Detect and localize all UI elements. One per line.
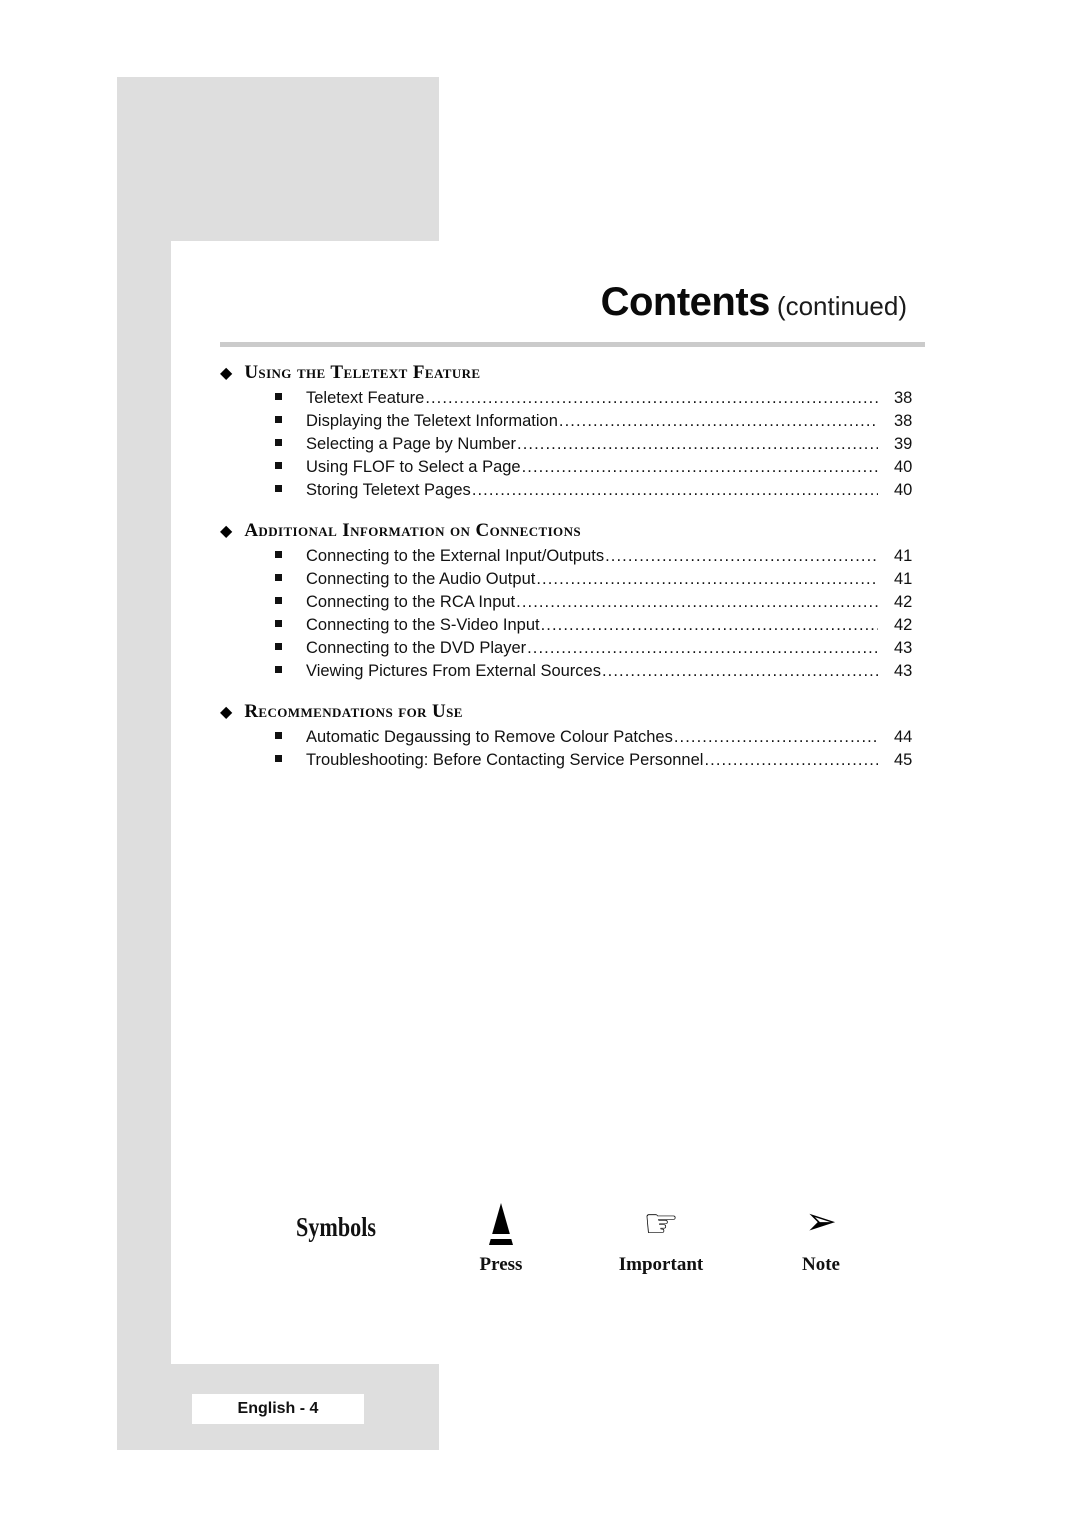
symbol-label-press: Press <box>479 1254 523 1275</box>
press-triangle-icon <box>436 1200 566 1252</box>
toc-entry-label: Storing Teletext Pages <box>306 481 471 499</box>
toc-section-heading: ◆ Recommendations for Use <box>220 701 940 723</box>
toc-entry-page-number: 38 <box>894 389 913 407</box>
toc-entry-label: Displaying the Teletext Information <box>306 412 558 430</box>
toc-dot-leader: ........................................… <box>673 728 878 746</box>
toc-entry-label: Selecting a Page by Number <box>306 435 517 453</box>
page-title-continued: (continued) <box>776 291 907 321</box>
toc-entry[interactable]: Using FLOF to Select a Page.............… <box>220 458 940 481</box>
toc-entry[interactable]: Viewing Pictures From External Sources..… <box>220 662 940 685</box>
square-bullet-icon <box>275 393 282 400</box>
toc-entry-page-number: 44 <box>894 728 913 746</box>
pointing-hand-icon: ☞ <box>643 1202 679 1246</box>
toc-entry[interactable]: Troubleshooting: Before Contacting Servi… <box>220 751 940 774</box>
toc-entry-label: Connecting to the DVD Player <box>306 639 527 657</box>
toc-entry-page-number: 38 <box>894 412 913 430</box>
square-bullet-icon <box>275 485 282 492</box>
toc-entry-label: Using FLOF to Select a Page <box>306 458 521 476</box>
toc-entry-page-number: 40 <box>894 458 913 476</box>
toc-entry[interactable]: Automatic Degaussing to Remove Colour Pa… <box>220 728 940 751</box>
decorative-grey-block-top <box>117 77 439 241</box>
toc-entry-label: Connecting to the S-Video Input <box>306 616 540 634</box>
toc-entry-page-number: 41 <box>894 570 913 588</box>
toc-section-heading: ◆ Additional Information on Connections <box>220 520 940 542</box>
square-bullet-icon <box>275 574 282 581</box>
diamond-bullet-icon: ◆ <box>220 365 233 382</box>
symbol-item-important: ☞ Important <box>596 1200 726 1276</box>
footer-page-badge: English - 4 <box>192 1394 364 1424</box>
toc-entry-label: Viewing Pictures From External Sources <box>306 662 601 680</box>
toc-entry-page-number: 42 <box>894 593 913 611</box>
square-bullet-icon <box>275 551 282 558</box>
toc-section-title: Using the Teletext Feature <box>244 362 481 383</box>
square-bullet-icon <box>275 416 282 423</box>
diamond-bullet-icon: ◆ <box>220 523 233 540</box>
toc-dot-leader: ........................................… <box>605 547 878 565</box>
toc-entry-page-number: 42 <box>894 616 913 634</box>
toc-entry-label: Automatic Degaussing to Remove Colour Pa… <box>306 728 673 746</box>
toc-section: ◆ Recommendations for Use Automatic Degaus… <box>220 701 940 774</box>
toc-entry-page-number: 40 <box>894 481 913 499</box>
symbol-label-important: Important <box>618 1254 704 1275</box>
toc-entry[interactable]: Connecting to the S-Video Input.........… <box>220 616 940 639</box>
toc-entry-label: Teletext Feature <box>306 389 425 407</box>
toc-entry[interactable]: Storing Teletext Pages..................… <box>220 481 940 504</box>
symbols-legend: Symbols Press ☞ Important ➢ Note <box>296 1200 896 1295</box>
footer-page-label: English - 4 <box>237 1400 319 1417</box>
decorative-grey-strip-left <box>117 241 171 1364</box>
toc-dot-leader: ........................................… <box>527 639 878 657</box>
toc-entry-label: Connecting to the RCA Input <box>306 593 516 611</box>
symbols-legend-label: Symbols <box>296 1212 376 1242</box>
toc-section-title: Additional Information on Connections <box>244 520 581 541</box>
toc-section-heading: ◆ Using the Teletext Feature <box>220 362 940 384</box>
toc-entry-label: Connecting to the External Input/Outputs <box>306 547 605 565</box>
square-bullet-icon <box>275 643 282 650</box>
note-arrow-icon: ➢ <box>805 1201 837 1243</box>
toc-dot-leader: ........................................… <box>516 593 878 611</box>
toc-entry[interactable]: Connecting to the External Input/Outputs… <box>220 547 940 570</box>
square-bullet-icon <box>275 462 282 469</box>
toc-dot-leader: ........................................… <box>558 412 878 430</box>
square-bullet-icon <box>275 755 282 762</box>
toc-entry[interactable]: Selecting a Page by Number..............… <box>220 435 940 458</box>
square-bullet-icon <box>275 620 282 627</box>
page-header: Contents (continued) <box>220 282 925 347</box>
toc-section: ◆ Using the Teletext Feature Teletext Feat… <box>220 362 940 504</box>
diamond-bullet-icon: ◆ <box>220 704 233 721</box>
square-bullet-icon <box>275 597 282 604</box>
toc-section-title: Recommendations for Use <box>244 701 463 722</box>
toc-entry[interactable]: Teletext Feature........................… <box>220 389 940 412</box>
page-title-main: Contents <box>600 280 771 324</box>
toc-dot-leader: ........................................… <box>540 616 878 634</box>
header-divider <box>220 342 925 347</box>
toc-dot-leader: ........................................… <box>425 389 878 407</box>
toc-dot-leader: ........................................… <box>517 435 878 453</box>
toc-section: ◆ Additional Information on Connections Co… <box>220 520 940 685</box>
toc-entry-page-number: 41 <box>894 547 913 565</box>
symbol-label-note: Note <box>802 1254 840 1275</box>
toc-entry[interactable]: Connecting to the RCA Input.............… <box>220 593 940 616</box>
square-bullet-icon <box>275 439 282 446</box>
toc-entry-page-number: 39 <box>894 435 913 453</box>
toc-entry[interactable]: Displaying the Teletext Information.....… <box>220 412 940 435</box>
toc-dot-leader: ........................................… <box>536 570 878 588</box>
square-bullet-icon <box>275 732 282 739</box>
toc-entry[interactable]: Connecting to the DVD Player............… <box>220 639 940 662</box>
toc-entry[interactable]: Connecting to the Audio Output..........… <box>220 570 940 593</box>
toc-entry-page-number: 43 <box>894 639 913 657</box>
toc-entry-page-number: 45 <box>894 751 913 769</box>
table-of-contents: ◆ Using the Teletext Feature Teletext Feat… <box>220 362 940 790</box>
toc-entry-label: Connecting to the Audio Output <box>306 570 536 588</box>
toc-dot-leader: ........................................… <box>704 751 878 769</box>
square-bullet-icon <box>275 666 282 673</box>
toc-dot-leader: ........................................… <box>471 481 878 499</box>
toc-entry-page-number: 43 <box>894 662 913 680</box>
toc-dot-leader: ........................................… <box>601 662 878 680</box>
page-title: Contents (continued) <box>220 282 925 322</box>
symbol-item-press: Press <box>436 1200 566 1276</box>
toc-dot-leader: ........................................… <box>521 458 878 476</box>
symbol-item-note: ➢ Note <box>756 1200 886 1276</box>
toc-entry-label: Troubleshooting: Before Contacting Servi… <box>306 751 704 769</box>
